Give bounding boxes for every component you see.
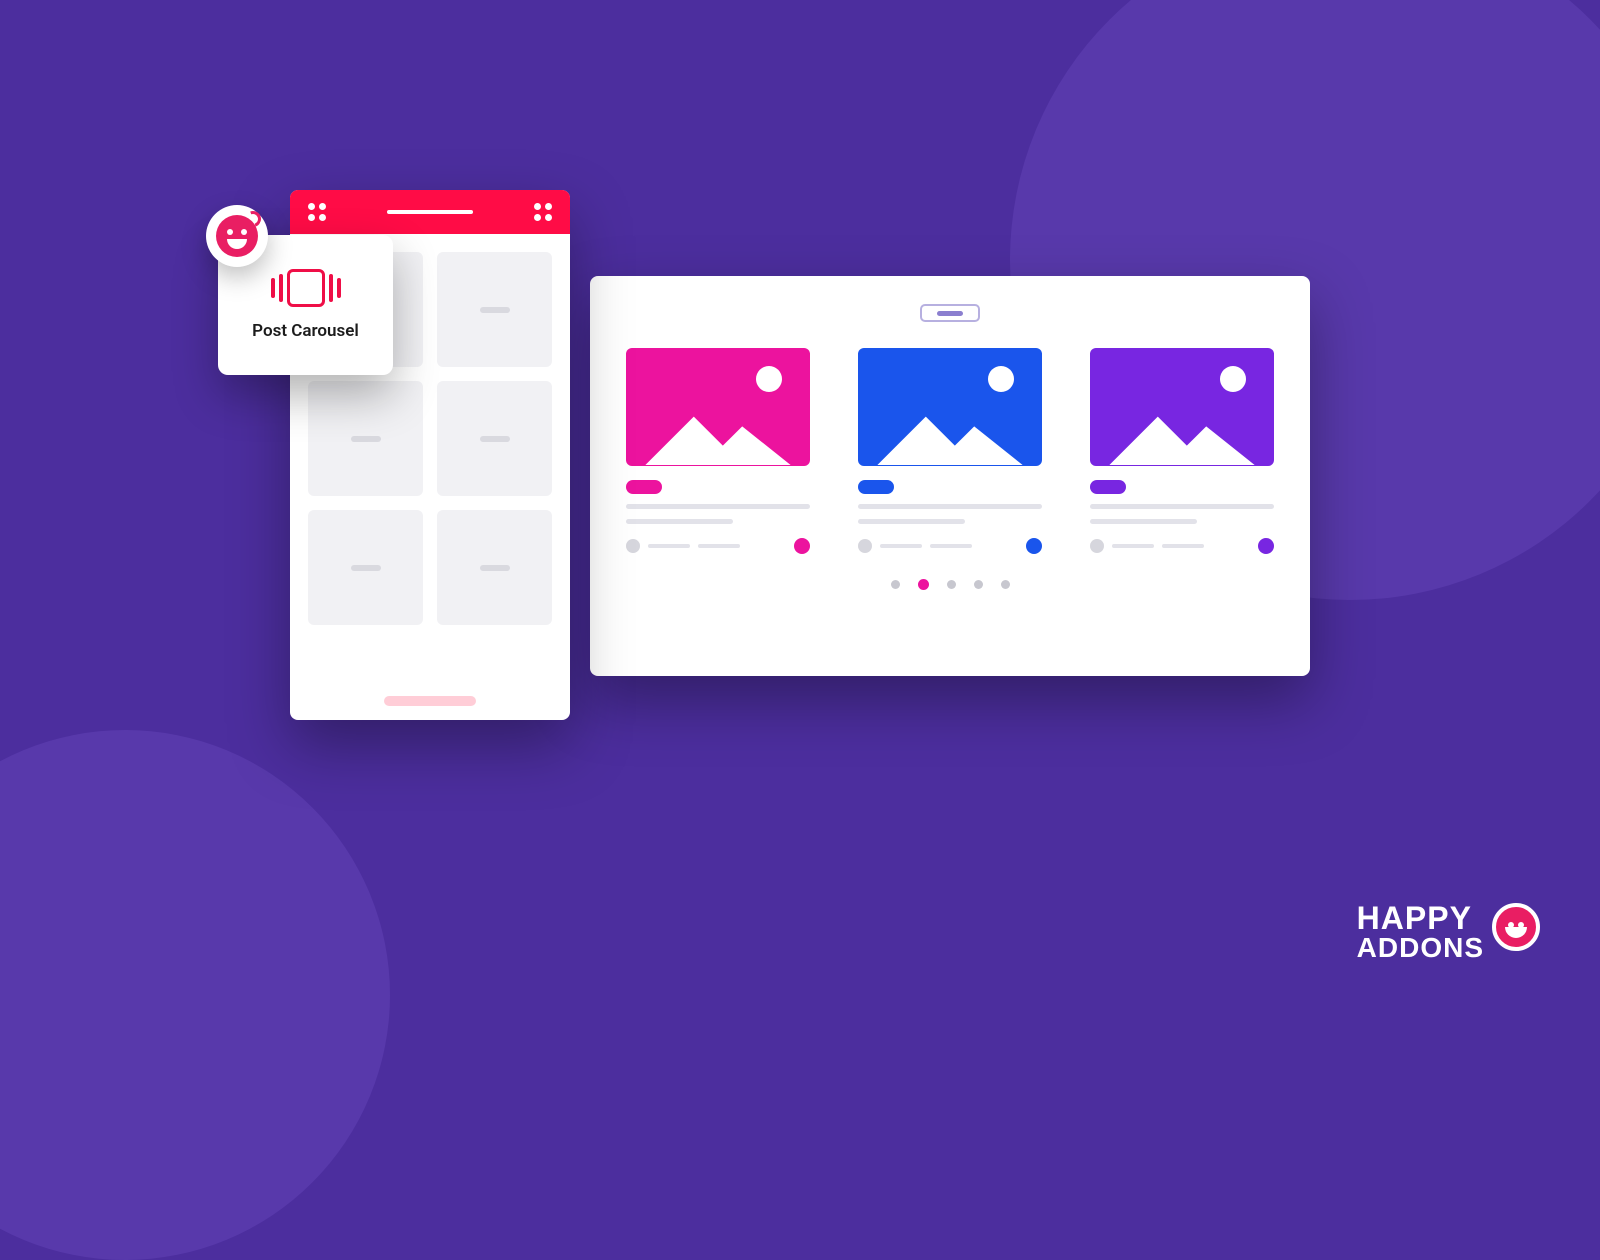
happy-face-icon [1492, 903, 1540, 951]
meta-placeholder [1162, 544, 1204, 548]
image-placeholder-icon [626, 348, 810, 466]
meta-placeholder [698, 544, 740, 548]
carousel-pagination [891, 580, 1010, 590]
carousel-card[interactable] [1090, 348, 1274, 554]
avatar-icon [858, 539, 872, 553]
pagination-dot[interactable] [1001, 580, 1010, 589]
panel-home-indicator [384, 696, 476, 706]
image-placeholder-icon [1090, 348, 1274, 466]
carousel-card[interactable] [626, 348, 810, 554]
panel-tab-indicator [387, 210, 473, 214]
category-pill [858, 480, 894, 494]
post-carousel-icon [271, 269, 341, 307]
title-placeholder [858, 504, 1042, 509]
title-placeholder [858, 519, 965, 524]
widget-card-label: Post Carousel [252, 321, 359, 341]
happyaddons-logo: HAPPY ADDONS [1357, 902, 1550, 962]
pagination-dot[interactable] [947, 580, 956, 589]
brand-text-line2: ADDONS [1357, 934, 1484, 962]
category-pill [626, 480, 662, 494]
title-placeholder [1090, 504, 1274, 509]
happyaddons-badge [206, 205, 268, 267]
title-placeholder [1090, 519, 1197, 524]
background-shape [0, 730, 390, 1260]
accent-dot-icon [1026, 538, 1042, 554]
widget-slot[interactable] [437, 381, 552, 496]
pagination-dot[interactable] [891, 580, 900, 589]
carousel-card[interactable] [858, 348, 1042, 554]
menu-grid-icon[interactable] [308, 203, 326, 221]
carousel-cards-row [626, 348, 1274, 554]
panel-header [290, 190, 570, 234]
pagination-dot[interactable] [974, 580, 983, 589]
image-placeholder-icon [858, 348, 1042, 466]
widget-slot[interactable] [308, 381, 423, 496]
avatar-icon [626, 539, 640, 553]
meta-placeholder [930, 544, 972, 548]
title-placeholder [626, 519, 733, 524]
meta-placeholder [1112, 544, 1154, 548]
brand-text-line1: HAPPY [1357, 902, 1484, 934]
title-placeholder [626, 504, 810, 509]
widget-slot[interactable] [437, 252, 552, 367]
carousel-preview-panel [590, 276, 1310, 676]
widget-slot[interactable] [308, 510, 423, 625]
accent-dot-icon [1258, 538, 1274, 554]
avatar-icon [1090, 539, 1104, 553]
meta-placeholder [880, 544, 922, 548]
widget-slot[interactable] [437, 510, 552, 625]
pagination-dot-active[interactable] [918, 579, 929, 590]
apps-grid-icon[interactable] [534, 203, 552, 221]
category-pill [1090, 480, 1126, 494]
preview-heading-placeholder [920, 304, 980, 322]
meta-placeholder [648, 544, 690, 548]
accent-dot-icon [794, 538, 810, 554]
